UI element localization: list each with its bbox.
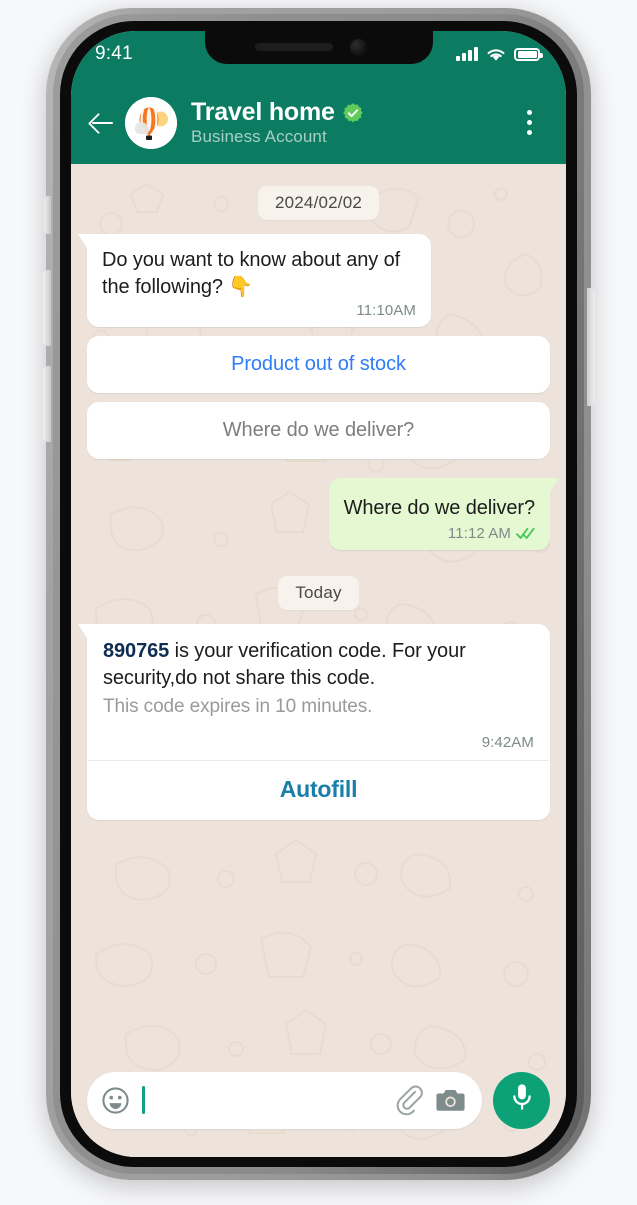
autofill-button[interactable]: Autofill [87,761,550,820]
message-timestamp: 11:10AM [356,302,416,319]
volume-down-button[interactable] [43,366,51,442]
paperclip-icon[interactable] [394,1085,425,1116]
back-arrow-icon[interactable] [85,106,119,140]
device-notch [204,31,433,64]
silent-switch[interactable] [44,196,51,234]
message-bubble-prompt[interactable]: Do you want to know about any of the fol… [87,234,431,327]
power-button[interactable] [587,288,595,406]
battery-full-icon [514,47,543,61]
camera-icon[interactable] [435,1086,466,1114]
message-composer [71,1061,566,1157]
verification-message: 890765 is your verification code. For yo… [103,638,534,692]
quick-reply-out-of-stock[interactable]: Product out of stock [87,336,550,393]
read-double-check-icon [516,527,535,540]
verification-code-card[interactable]: 890765 is your verification code. For yo… [87,624,550,820]
phone-mockup: 9:41 Travel home Business Account 2024/0… [0,0,637,1205]
verified-badge-icon [342,102,364,124]
phone-screen: 9:41 Travel home Business Account 2024/0… [71,31,566,1157]
verification-expiry-note: This code expires in 10 minutes. [103,696,373,717]
message-timestamp: 11:12 AM [447,525,511,542]
page-title: Travel home [191,98,335,126]
verification-card-body: 890765 is your verification code. For yo… [87,624,550,727]
hot-air-balloon-avatar[interactable] [125,96,177,149]
date-divider-old: 2024/02/02 [87,186,550,220]
cellular-signal-icon [456,47,478,61]
message-meta: 11:12 AM [344,525,535,542]
message-input-pill[interactable] [87,1071,482,1129]
verification-code: 890765 [103,640,170,662]
status-time: 9:41 [95,43,133,64]
verification-meta: 9:42AM [87,727,550,760]
chat-message-list[interactable]: 2024/02/02 Do you want to know about any… [71,164,566,1157]
message-bubble-outgoing[interactable]: Where do we deliver? 11:12 AM [328,478,550,550]
chat-header: Travel home Business Account [71,81,566,164]
message-meta: 11:10AM [102,302,416,319]
chat-scroll-area[interactable]: 2024/02/02 Do you want to know about any… [71,164,566,1157]
message-row-outgoing: Where do we deliver? 11:12 AM [87,478,550,550]
message-row-incoming: Do you want to know about any of the fol… [87,234,550,327]
volume-up-button[interactable] [43,270,51,346]
verification-timestamp: 9:42AM [481,734,534,751]
quick-reply-label: Where do we deliver? [222,419,415,441]
message-text: Where do we deliver? [343,497,536,519]
earpiece-speaker [254,43,333,51]
text-cursor [142,1086,145,1114]
date-divider-today: Today [87,576,550,610]
front-camera-icon [349,39,367,56]
status-icon-group [456,47,543,62]
date-chip-label: Today [278,576,359,610]
emoji-smiley-icon[interactable] [101,1086,130,1115]
voice-record-button[interactable] [493,1071,550,1129]
header-text-block: Travel home Business Account [191,98,514,147]
quick-reply-where-deliver[interactable]: Where do we deliver? [87,402,550,459]
quick-reply-label: Product out of stock [231,353,406,375]
date-chip-label: 2024/02/02 [257,186,380,220]
header-subtitle: Business Account [191,127,327,146]
overflow-menu-icon[interactable] [514,110,544,135]
message-text: Do you want to know about any of the fol… [102,249,401,298]
wifi-icon [487,48,505,61]
microphone-icon [509,1083,535,1118]
